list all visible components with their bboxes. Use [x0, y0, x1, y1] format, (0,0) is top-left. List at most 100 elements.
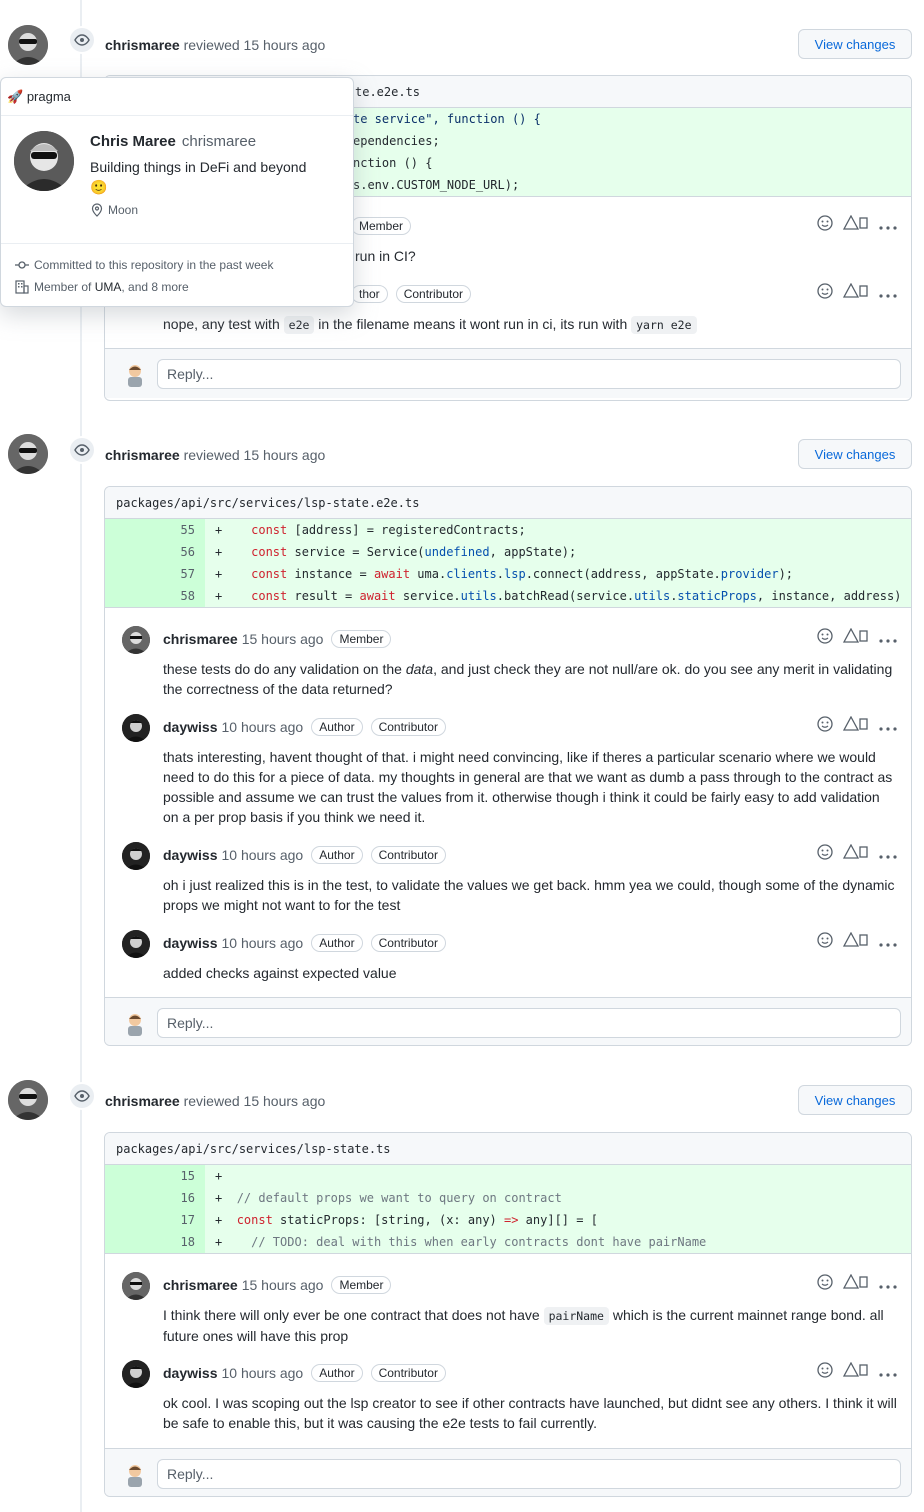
more-options-icon[interactable]: [879, 217, 897, 233]
smiley-emoji: 🙂: [90, 179, 108, 195]
comment-header: daywiss 10 hours ago Author Contributor: [163, 718, 446, 736]
reviewer-avatar[interactable]: [8, 434, 48, 474]
reply-row: Reply...: [105, 1448, 911, 1496]
inline-code: pairName: [543, 1307, 609, 1325]
eye-icon: [68, 1082, 96, 1110]
user-avatar: [122, 1462, 148, 1488]
review-thread: packages/api/src/services/lsp-state.e2e.…: [104, 486, 912, 1046]
report-icon[interactable]: [842, 1273, 869, 1293]
report-icon[interactable]: [842, 843, 869, 863]
review-time[interactable]: 15 hours ago: [244, 1093, 326, 1109]
review-action: reviewed: [183, 37, 240, 53]
comment-author[interactable]: chrismaree: [163, 1277, 238, 1293]
comment-time[interactable]: 15 hours ago: [242, 631, 324, 647]
more-options-icon[interactable]: [879, 1364, 897, 1380]
comment-header: chrismaree 15 hours ago Member: [163, 1276, 392, 1294]
reviewer-name[interactable]: chrismaree: [105, 447, 180, 463]
smiley-icon[interactable]: [817, 215, 833, 234]
more-options-icon[interactable]: [879, 718, 897, 734]
more-options-icon[interactable]: [879, 630, 897, 646]
hovercard-location: Moon: [90, 203, 138, 217]
reviewer-name[interactable]: chrismaree: [105, 1093, 180, 1109]
more-options-icon[interactable]: [879, 1276, 897, 1292]
comment-time[interactable]: 15 hours ago: [242, 1277, 324, 1293]
eye-icon: [68, 26, 96, 54]
report-icon[interactable]: [842, 931, 869, 951]
review-header: chrismaree reviewed 15 hours ago: [105, 37, 325, 53]
comment-time[interactable]: 10 hours ago: [221, 719, 303, 735]
report-icon[interactable]: [842, 627, 869, 647]
code-line: 16 + // default props we want to query on…: [105, 1187, 911, 1209]
report-icon[interactable]: [842, 1361, 869, 1381]
smiley-icon[interactable]: [817, 1362, 833, 1381]
report-icon[interactable]: [842, 282, 869, 302]
review-thread: packages/api/src/services/lsp-state.ts 1…: [104, 1132, 912, 1497]
member-badge: Member: [331, 630, 392, 648]
smiley-icon[interactable]: [817, 628, 833, 647]
author-badge: Author: [311, 1364, 363, 1382]
view-changes-button[interactable]: View changes: [798, 439, 912, 469]
reply-input[interactable]: Reply...: [157, 359, 901, 389]
reply-row: Reply...: [105, 997, 911, 1045]
more-options-icon[interactable]: [879, 934, 897, 950]
code-line: 55 + const [address] = registeredContract…: [105, 519, 911, 541]
reviewer-avatar[interactable]: [8, 1080, 48, 1120]
reply-input[interactable]: Reply...: [157, 1008, 901, 1038]
hovercard-org[interactable]: 🚀 pragma: [1, 78, 353, 116]
hovercard-bio: Building things in DeFi and beyond 🙂: [90, 159, 307, 195]
smiley-icon[interactable]: [817, 283, 833, 302]
report-icon[interactable]: [842, 715, 869, 735]
reviewer-name[interactable]: chrismaree: [105, 37, 180, 53]
comment-avatar[interactable]: [122, 714, 150, 742]
comment-header: daywiss 10 hours ago Author Contributor: [163, 846, 446, 864]
comment-tools: [817, 282, 897, 302]
reviewer-avatar[interactable]: [8, 25, 48, 65]
comment-tools: [817, 1361, 897, 1381]
comment-author[interactable]: daywiss: [163, 719, 217, 735]
comment-time[interactable]: 10 hours ago: [221, 847, 303, 863]
more-options-icon[interactable]: [879, 846, 897, 862]
comment-avatar[interactable]: [122, 1272, 150, 1300]
location-icon: [91, 203, 103, 217]
review-header: chrismaree reviewed 15 hours ago: [105, 447, 325, 463]
review-time[interactable]: 15 hours ago: [244, 37, 326, 53]
comment-tools: [817, 931, 897, 951]
hovercard-avatar[interactable]: [14, 131, 74, 191]
commit-icon: [15, 261, 29, 269]
review-time[interactable]: 15 hours ago: [244, 447, 326, 463]
smiley-icon[interactable]: [817, 716, 833, 735]
rocket-icon: 🚀: [7, 89, 24, 104]
comment-time[interactable]: 10 hours ago: [221, 935, 303, 951]
comment-avatar[interactable]: [122, 842, 150, 870]
comment-tools: [817, 214, 897, 234]
user-avatar: [122, 1011, 148, 1037]
code-line: 56 + const service = Service(undefined, a…: [105, 541, 911, 563]
comment-avatar[interactable]: [122, 1360, 150, 1388]
reply-input[interactable]: Reply...: [157, 1459, 901, 1489]
smiley-icon[interactable]: [817, 844, 833, 863]
comment-avatar[interactable]: [122, 930, 150, 958]
smiley-icon[interactable]: [817, 1274, 833, 1293]
file-path[interactable]: packages/api/src/services/lsp-state.e2e.…: [105, 487, 911, 519]
comment-time[interactable]: 10 hours ago: [221, 1365, 303, 1381]
more-options-icon[interactable]: [879, 285, 897, 301]
code-line: 18 + // TODO: deal with this when early c…: [105, 1231, 911, 1253]
code-line: 17 + const staticProps: [string, (x: any)…: [105, 1209, 911, 1231]
report-icon[interactable]: [842, 214, 869, 234]
comment-header: chrismaree 15 hours ago Member: [163, 630, 392, 648]
comment-author[interactable]: chrismaree: [163, 631, 238, 647]
comment-author[interactable]: daywiss: [163, 1365, 217, 1381]
code-line: 57 + const instance = await uma.clients.l…: [105, 563, 911, 585]
smiley-icon[interactable]: [817, 932, 833, 951]
comment-author[interactable]: daywiss: [163, 935, 217, 951]
comments-list: chrismaree 15 hours ago Member these test…: [105, 607, 911, 997]
file-path[interactable]: packages/api/src/services/lsp-state.ts: [105, 1133, 911, 1165]
contributor-badge: Contributor: [370, 1364, 446, 1382]
comment-avatar[interactable]: [122, 626, 150, 654]
comment-header: daywiss 10 hours ago Author Contributor: [163, 934, 446, 952]
contributor-badge: Contributor: [370, 934, 446, 952]
view-changes-button[interactable]: View changes: [798, 1085, 912, 1115]
comment-author[interactable]: daywiss: [163, 847, 217, 863]
comment-body: thats interesting, havent thought of tha…: [163, 749, 893, 825]
view-changes-button[interactable]: View changes: [798, 29, 912, 59]
